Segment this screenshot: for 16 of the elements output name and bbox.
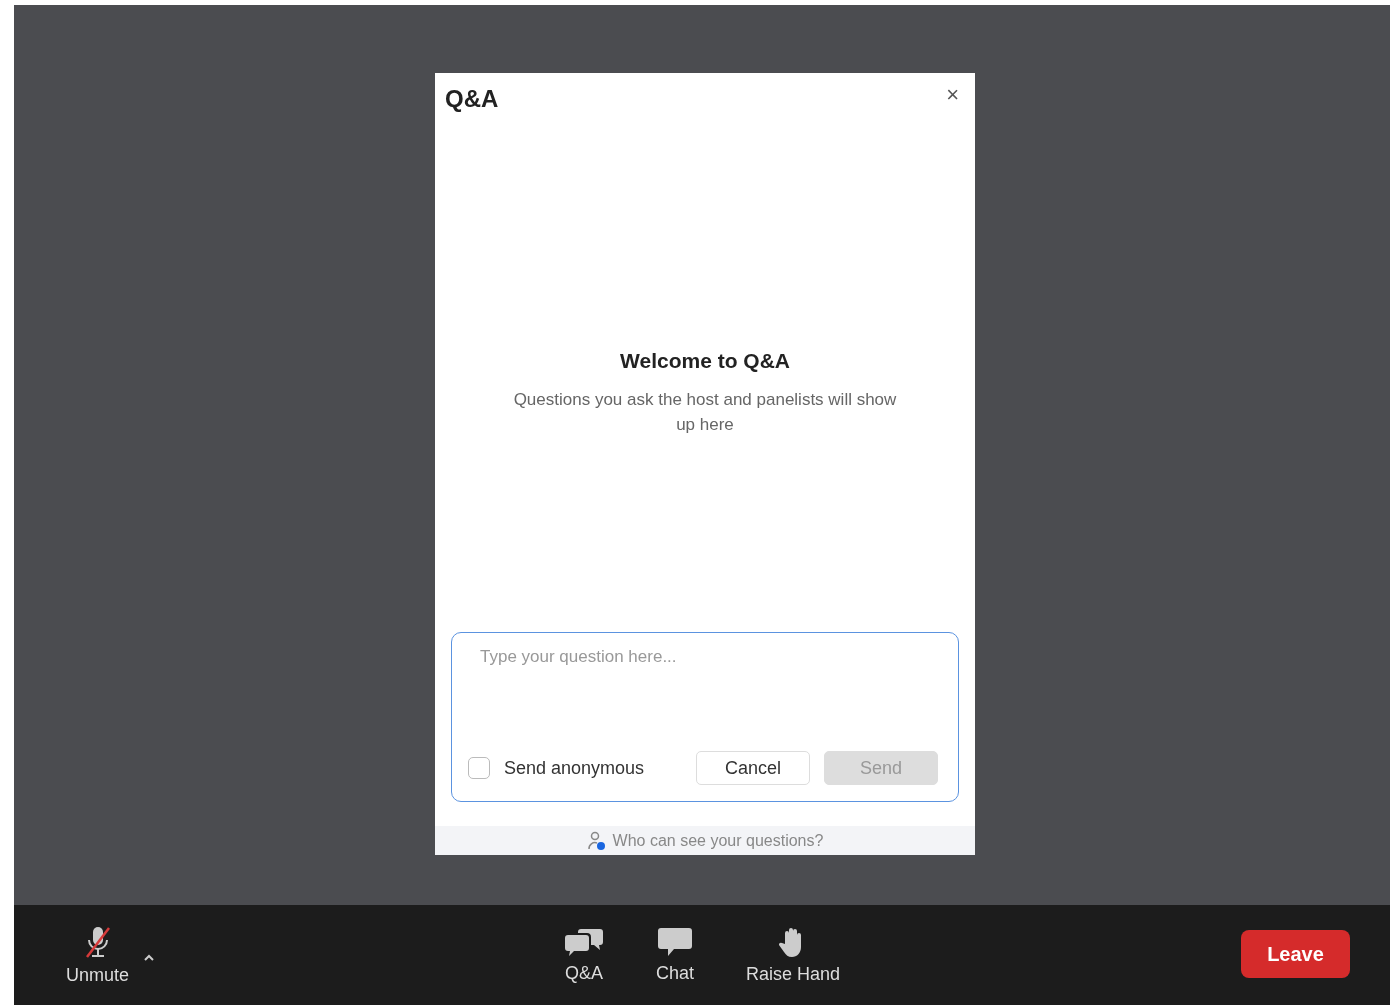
anonymous-checkbox[interactable]: [468, 757, 490, 779]
leave-button[interactable]: Leave: [1241, 930, 1350, 978]
unmute-button[interactable]: Unmute: [50, 924, 146, 986]
caret-icon[interactable]: [143, 952, 156, 961]
welcome-title: Welcome to Q&A: [620, 348, 790, 373]
dialog-title: Q&A: [445, 85, 499, 113]
checkbox-label: Send anonymous: [504, 757, 645, 779]
toolbar-button[interactable]: Raise Hand: [720, 925, 867, 985]
welcome-text: Questions you ask the host and panelists will show up here: [512, 388, 898, 436]
toolbar-button[interactable]: Q&A: [537, 926, 630, 984]
cancel-button[interactable]: Cancel: [696, 751, 810, 785]
close-button[interactable]: ×: [942, 85, 963, 105]
user-icon: [586, 830, 607, 851]
toolbar-button[interactable]: Chat: [629, 926, 720, 984]
chat-bubble-icon: [656, 926, 693, 957]
chat-bubbles-icon: [563, 926, 604, 957]
